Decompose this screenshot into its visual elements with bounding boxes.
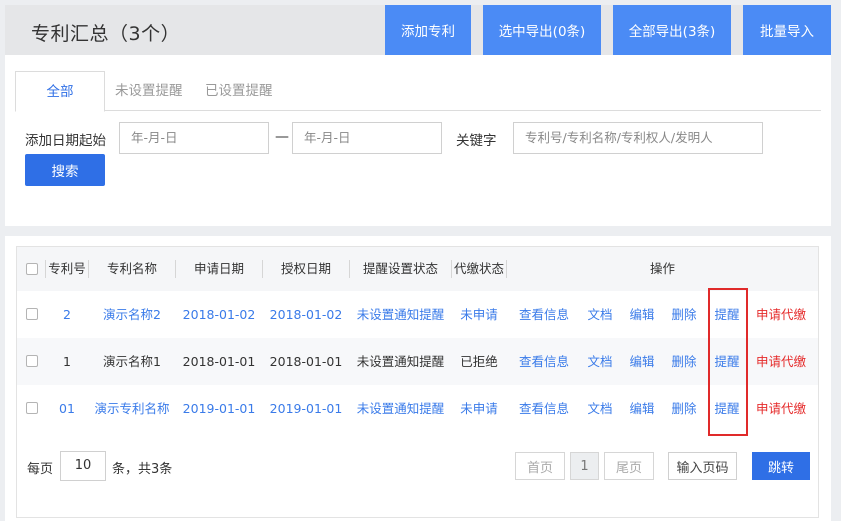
table-header: 专利号 专利名称 申请日期 授权日期 提醒设置状态 代缴状态 操作 <box>17 247 818 291</box>
document-link[interactable]: 文档 <box>582 291 618 338</box>
apply-date-cell: 2018-01-02 <box>182 307 256 322</box>
patent-name-cell: 演示名称1 <box>103 354 161 369</box>
first-page-button[interactable]: 首页 <box>515 452 565 480</box>
add-patent-button[interactable]: 添加专利 <box>385 5 471 55</box>
table-row: 01 演示专利名称 2019-01-01 2019-01-01 未设置通知提醒 … <box>17 385 818 432</box>
apply-date-cell: 2018-01-01 <box>182 354 256 369</box>
select-all-checkbox[interactable] <box>26 263 38 275</box>
col-patent-name: 专利名称 <box>106 261 157 276</box>
export-selected-button[interactable]: 选中导出(0条) <box>483 5 601 55</box>
apply-payment-link[interactable]: 申请代缴 <box>752 291 810 338</box>
tab-bar: 全部 未设置提醒 已设置提醒 <box>15 71 821 112</box>
grant-date-cell: 2019-01-01 <box>269 401 343 416</box>
document-link[interactable]: 文档 <box>582 385 618 432</box>
apply-payment-link[interactable]: 申请代缴 <box>752 385 810 432</box>
date-to-input[interactable]: 年-月-日 <box>292 122 442 154</box>
page-1-button[interactable]: 1 <box>570 452 599 480</box>
goto-page-input[interactable]: 输入页码 <box>668 452 737 480</box>
delete-link[interactable]: 删除 <box>666 385 702 432</box>
payment-status-cell: 已拒绝 <box>460 354 498 369</box>
col-actions: 操作 <box>649 261 675 276</box>
reminder-column-highlight <box>708 288 748 436</box>
edit-link[interactable]: 编辑 <box>624 385 660 432</box>
patent-no-link[interactable]: 2 <box>46 291 88 338</box>
date-range-label: 添加日期起始 <box>25 133 106 149</box>
batch-import-button[interactable]: 批量导入 <box>743 5 831 55</box>
results-panel: 专利号 专利名称 申请日期 授权日期 提醒设置状态 代缴状态 操作 2 演示名称… <box>5 236 831 521</box>
document-link[interactable]: 文档 <box>582 338 618 385</box>
row-checkbox[interactable] <box>26 402 38 414</box>
patent-table: 专利号 专利名称 申请日期 授权日期 提醒设置状态 代缴状态 操作 2 演示名称… <box>16 246 819 518</box>
keyword-input[interactable]: 专利号/专利名称/专利权人/发明人 <box>513 122 763 154</box>
keyword-label: 关键字 <box>456 133 497 149</box>
grant-date-cell: 2018-01-02 <box>269 307 343 322</box>
table-row: 2 演示名称2 2018-01-02 2018-01-02 未设置通知提醒 未申… <box>17 291 818 338</box>
tab-reminder-set[interactable]: 已设置提醒 <box>205 71 273 111</box>
patent-no-cell: 1 <box>63 354 71 369</box>
view-info-link[interactable]: 查看信息 <box>513 385 575 432</box>
reminder-status-cell: 未设置通知提醒 <box>356 401 445 416</box>
search-button[interactable]: 搜索 <box>25 154 105 186</box>
table-row: 1 演示名称1 2018-01-01 2018-01-01 未设置通知提醒 已拒… <box>17 338 818 385</box>
row-checkbox[interactable] <box>26 308 38 320</box>
per-page-input[interactable]: 10 <box>60 451 106 481</box>
payment-status-cell: 未申请 <box>460 401 498 416</box>
jump-button[interactable]: 跳转 <box>752 452 810 480</box>
reminder-status-cell: 未设置通知提醒 <box>356 354 445 369</box>
view-info-link[interactable]: 查看信息 <box>513 291 575 338</box>
view-info-link[interactable]: 查看信息 <box>513 338 575 385</box>
page-title: 专利汇总（3个） <box>31 23 181 45</box>
grant-date-cell: 2018-01-01 <box>269 354 343 369</box>
patent-name-link[interactable]: 演示名称2 <box>89 291 175 338</box>
col-payment-status: 代缴状态 <box>453 261 504 276</box>
col-reminder-status: 提醒设置状态 <box>362 261 438 276</box>
apply-payment-link[interactable]: 申请代缴 <box>752 338 810 385</box>
delete-link[interactable]: 删除 <box>666 291 702 338</box>
col-apply-date: 申请日期 <box>193 261 244 276</box>
payment-status-cell: 未申请 <box>460 307 498 322</box>
patent-no-link[interactable]: 01 <box>46 385 88 432</box>
date-separator: — <box>275 129 289 145</box>
col-grant-date: 授权日期 <box>280 261 331 276</box>
edit-link[interactable]: 编辑 <box>624 291 660 338</box>
edit-link[interactable]: 编辑 <box>624 338 660 385</box>
export-all-button[interactable]: 全部导出(3条) <box>613 5 731 55</box>
per-page-prefix: 每页 <box>27 462 54 477</box>
col-patent-no: 专利号 <box>48 261 86 276</box>
filter-panel: 全部 未设置提醒 已设置提醒 添加日期起始 年-月-日 — 年-月-日 关键字 … <box>5 55 831 226</box>
tab-reminder-unset[interactable]: 未设置提醒 <box>115 71 183 111</box>
reminder-status-cell: 未设置通知提醒 <box>356 307 445 322</box>
patent-name-link[interactable]: 演示专利名称 <box>89 385 175 432</box>
apply-date-cell: 2019-01-01 <box>182 401 256 416</box>
date-from-input[interactable]: 年-月-日 <box>119 122 269 154</box>
last-page-button[interactable]: 尾页 <box>604 452 654 480</box>
delete-link[interactable]: 删除 <box>666 338 702 385</box>
tab-all[interactable]: 全部 <box>15 71 105 112</box>
per-page-suffix: 条，共3条 <box>112 462 173 477</box>
row-checkbox[interactable] <box>26 355 38 367</box>
page-header: 专利汇总（3个） 添加专利 选中导出(0条) 全部导出(3条) 批量导入 <box>5 5 831 55</box>
